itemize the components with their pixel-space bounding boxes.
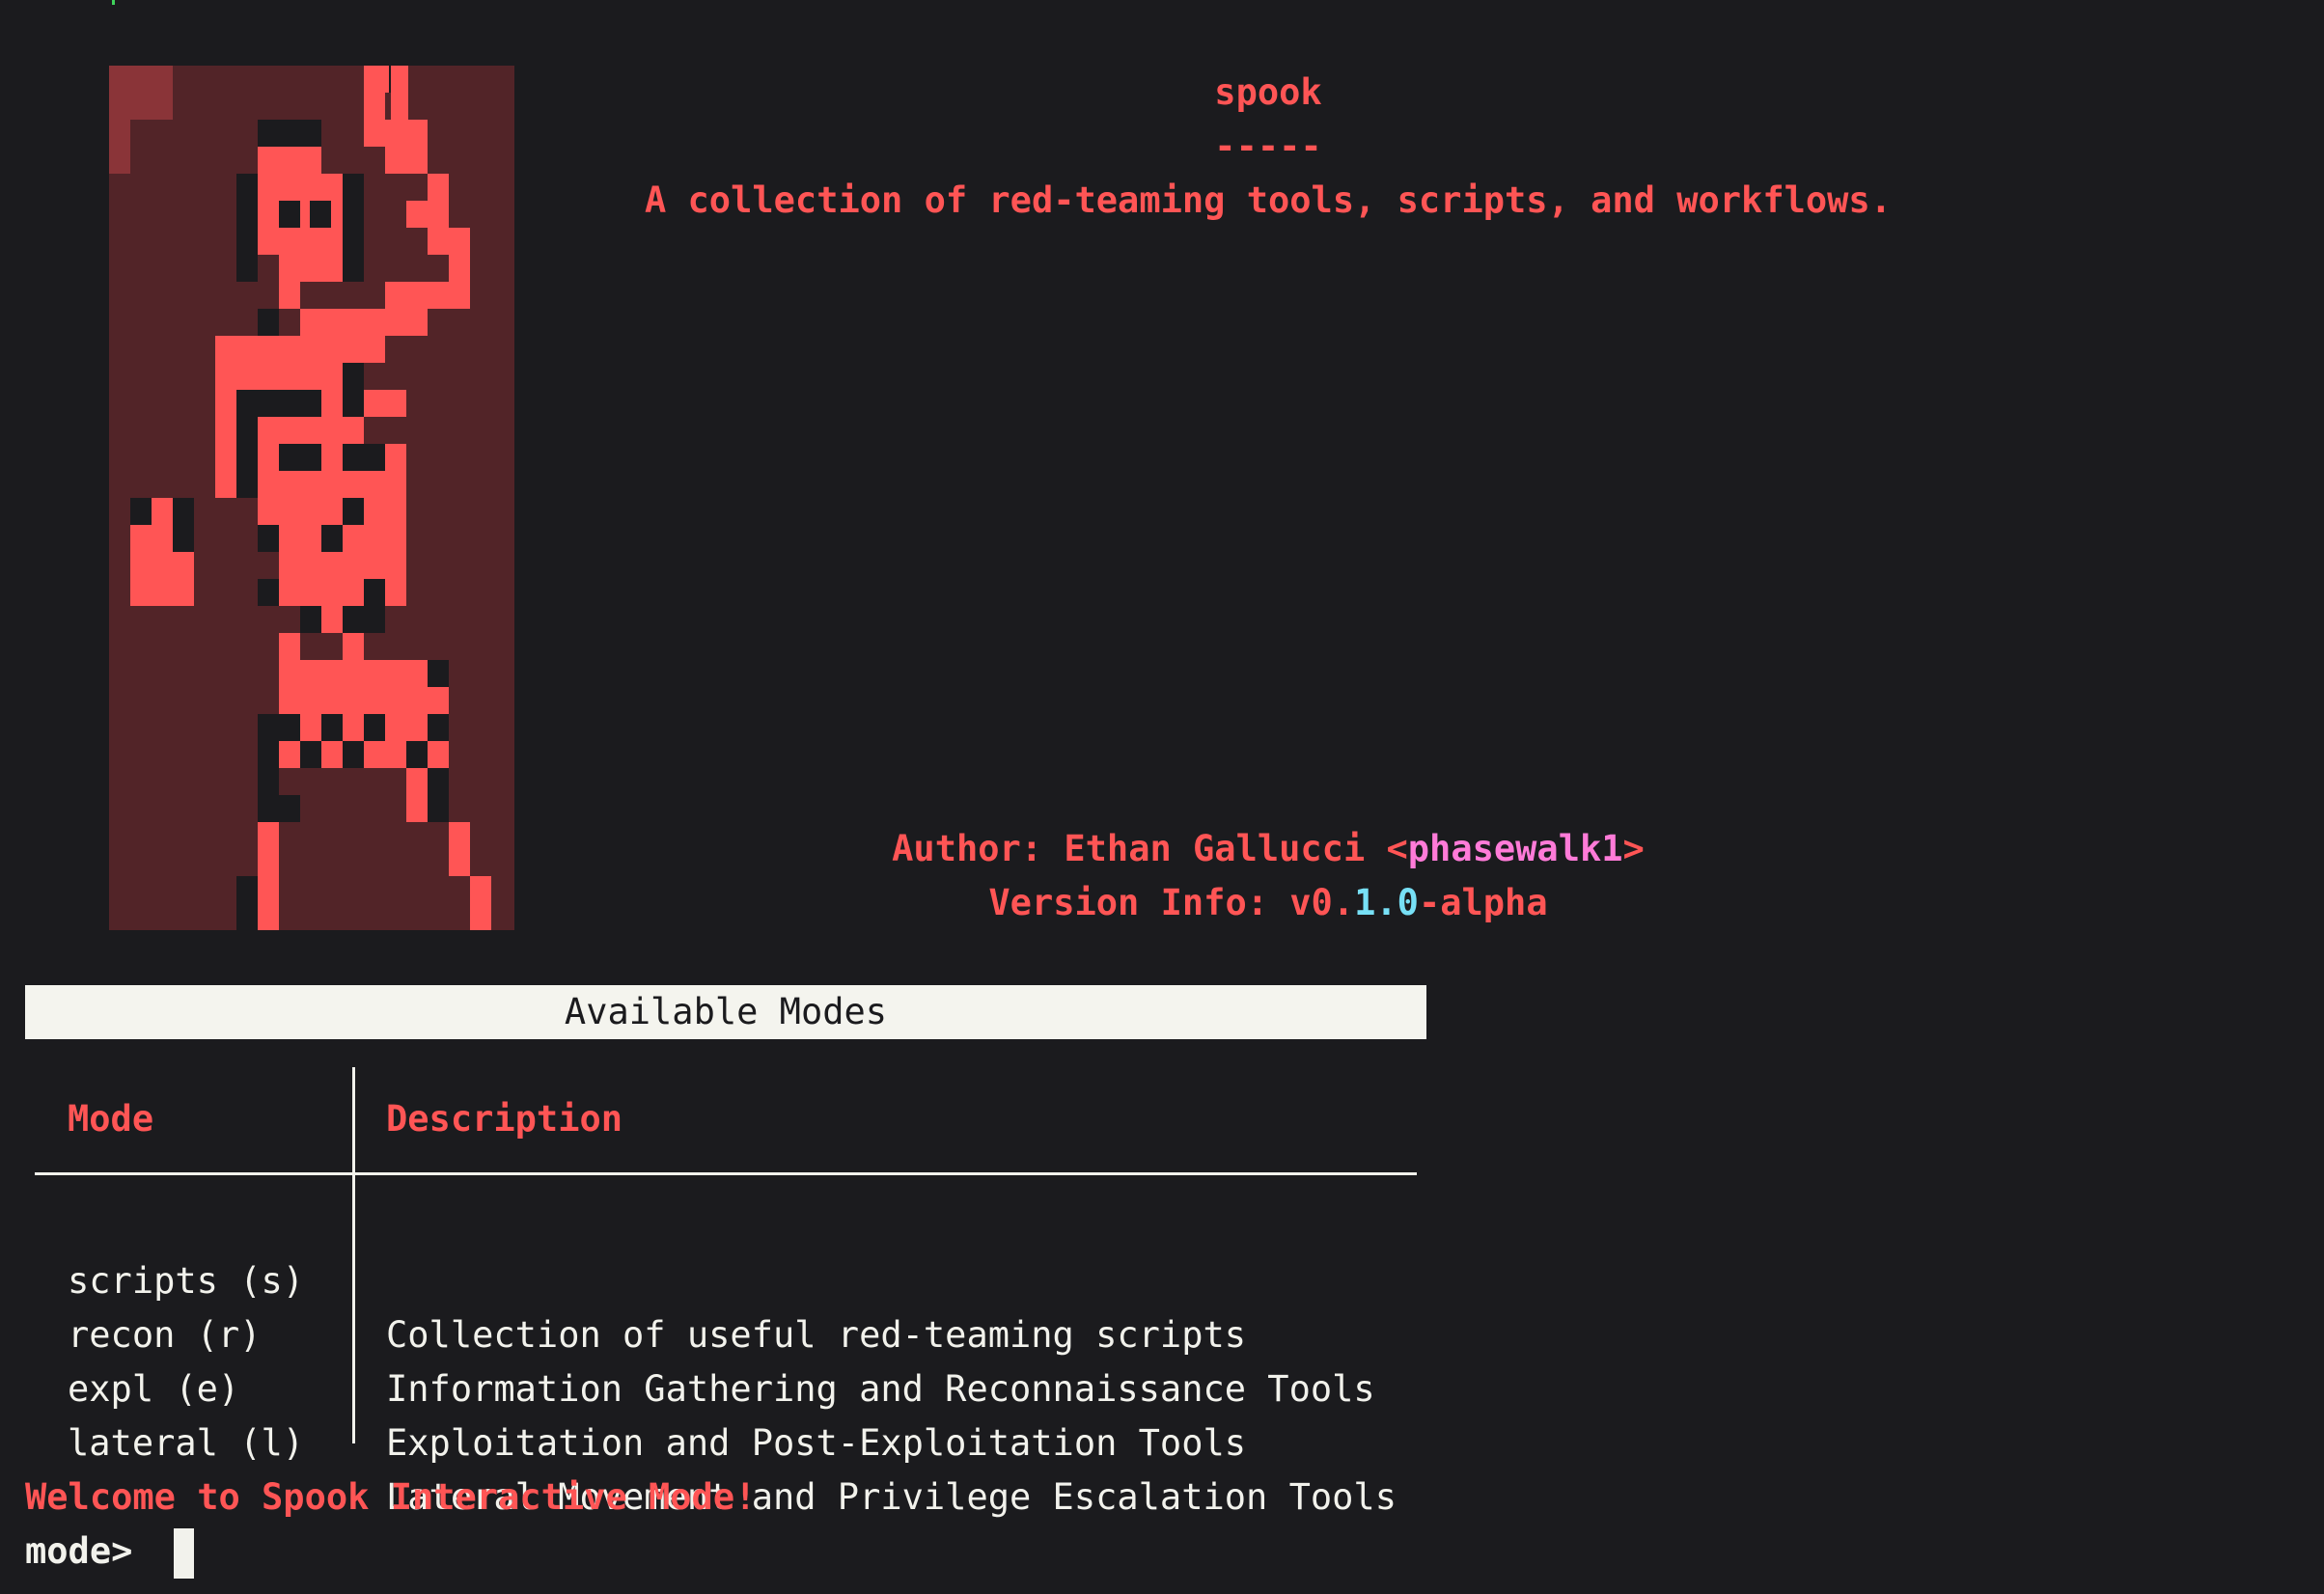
mode-prompt[interactable]: mode> [25, 1525, 154, 1579]
version-label: Version Info: v0. [988, 882, 1355, 923]
table-header-divider [35, 1172, 1417, 1175]
table-row: scripts (s) Collection of useful red-tea… [0, 1200, 1428, 1356]
table-row: lateral (l) Lateral Movement and Privile… [0, 1362, 1428, 1518]
mode-cell: lateral (l) [68, 1422, 305, 1464]
banner-author: Author: Ethan Gallucci <phasewalk1> [598, 822, 1938, 876]
table-header-mode: Mode [68, 1098, 154, 1140]
author-handle: phasewalk1 [1407, 828, 1623, 869]
author-close: > [1622, 828, 1645, 869]
art-corner-highlight-lower [109, 120, 130, 174]
table-header-description: Description [386, 1098, 623, 1140]
ascii-skeleton-art [109, 66, 536, 930]
author-label: Author: Ethan Gallucci < [892, 828, 1408, 869]
table-row: recon (r) Information Gathering and Reco… [0, 1254, 1428, 1410]
description-cell: Exploitation and Post-Exploitation Tools [386, 1422, 1247, 1464]
welcome-message: Welcome to Spook Interactive Mode! [25, 1476, 757, 1518]
table-row: expl (e) Exploitation and Post-Exploitat… [0, 1308, 1428, 1464]
terminal-window[interactable]: spook ----- A collection of red-teaming … [0, 0, 2324, 1594]
version-minor: 1.0 [1354, 882, 1419, 923]
banner-version: Version Info: v0.1.0-alpha [598, 876, 1938, 930]
modes-table-body: scripts (s) Collection of useful red-tea… [0, 1200, 1428, 1518]
text-cursor[interactable] [174, 1528, 194, 1579]
previous-cursor-mark [112, 0, 115, 5]
art-corner-highlight [109, 66, 173, 120]
banner-description: A collection of red-teaming tools, scrip… [644, 179, 1892, 221]
modes-table-title: Available Modes [25, 985, 1426, 1039]
version-suffix: -alpha [1418, 882, 1548, 923]
banner-separator: ----- [1214, 125, 1322, 167]
banner-title: spook [1214, 71, 1322, 113]
